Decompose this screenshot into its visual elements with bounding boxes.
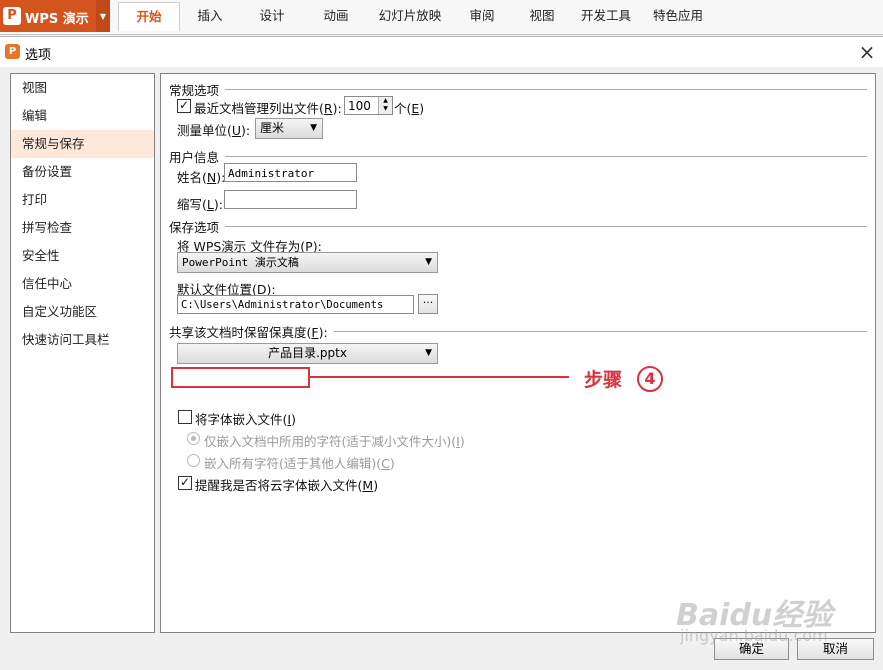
step-highlight-box: [171, 367, 310, 388]
dialog-titlebar: P 选项 ×: [0, 37, 883, 67]
recent-files-checkbox[interactable]: ✓: [177, 98, 191, 113]
ribbon-tab[interactable]: 开始: [118, 2, 180, 31]
dialog-title: 选项: [25, 48, 52, 63]
ribbon-tab[interactable]: 幻灯片放映: [374, 2, 446, 30]
wps-logo-icon: P: [3, 7, 21, 25]
options-category-list: 视图 编辑 常规与保存 备份设置 打印 拼写检查 安全性 信任中心 自定义功能区 快速访问工具栏: [10, 73, 155, 633]
step-pointer-line: [310, 376, 569, 378]
options-dialog: P 选项 × 视图 编辑 常规与保存 备份设置 打印 拼写检查 安全性 信任中心 自定义功能区快…: [0, 36, 883, 670]
recent-files-spinner[interactable]: ▲ ▼: [378, 97, 392, 114]
wps-app-menu-button[interactable]: P WPS 演示: [0, 0, 96, 32]
measure-unit-label: 测量单位(U):: [177, 123, 251, 138]
wps-presentation-icon: P: [5, 44, 20, 59]
ribbon-tab[interactable]: 动画: [310, 2, 362, 30]
baidu-watermark-url: jingyan.baidu.com: [680, 626, 828, 645]
section-fidelity: 共享该文档时保留保真度(F):: [169, 322, 867, 341]
nav-item[interactable]: 拼写检查: [11, 214, 154, 242]
step-label: 步骤: [584, 369, 623, 391]
embed-all-chars-label: 嵌入所有字符(适于其他人编辑)(C): [204, 456, 395, 471]
nav-item[interactable]: 备份设置: [11, 158, 154, 186]
remind-cloud-fonts-label: 提醒我是否将云字体嵌入文件(M): [195, 478, 379, 493]
ribbon-tab[interactable]: 设计: [246, 2, 298, 30]
embed-fonts-label: 将字体嵌入文件(I): [195, 412, 296, 427]
ribbon-tab[interactable]: 特色应用: [648, 2, 708, 30]
section-save: 保存选项: [169, 217, 867, 236]
check-icon: ✓: [179, 475, 191, 489]
measure-unit-select[interactable]: 厘米 ▼: [255, 118, 323, 139]
nav-item[interactable]: 信任中心: [11, 270, 154, 298]
recent-files-label: 最近文档管理列出文件(R):: [194, 101, 342, 116]
close-button[interactable]: ×: [857, 42, 877, 62]
ribbon: P WPS 演示 ▼ 开始 插入 设计 动画 幻灯片放映 审阅 视图 开发工具 特色应用: [0, 0, 883, 35]
embed-all-chars-radio[interactable]: [187, 454, 200, 467]
nav-item[interactable]: 安全性: [11, 242, 154, 270]
nav-item[interactable]: 视图: [11, 74, 154, 102]
embed-used-chars-label: 仅嵌入文档中所用的字符(适于减小文件大小)(I): [204, 434, 465, 449]
remind-cloud-fonts-checkbox[interactable]: ✓: [178, 475, 192, 490]
ribbon-tab[interactable]: 开发工具: [572, 2, 640, 30]
nav-item[interactable]: 常规与保存: [11, 130, 154, 158]
settings-panel: 常规选项 ✓ 最近文档管理列出文件(R): 100 ▲ ▼ 个(E) 测量单位(U…: [160, 73, 876, 633]
dropdown-icon: ▼: [310, 123, 317, 133]
section-general: 常规选项: [169, 80, 867, 99]
dropdown-icon: ▼: [425, 348, 432, 358]
initials-label: 缩写(L):: [177, 197, 223, 212]
section-save-title: 保存选项: [169, 220, 220, 235]
embed-used-chars-radio[interactable]: [187, 432, 200, 445]
save-format-select[interactable]: PowerPoint 演示文稿 ▼: [177, 252, 438, 273]
radio-dot-icon: [191, 436, 196, 441]
browse-button[interactable]: ···: [418, 294, 438, 314]
name-input[interactable]: Administrator: [224, 163, 357, 182]
embed-fonts-checkbox[interactable]: [178, 410, 192, 424]
ribbon-tab[interactable]: 插入: [182, 2, 238, 30]
step-number-badge: 4: [637, 366, 663, 392]
nav-item[interactable]: 快速访问工具栏: [11, 326, 154, 354]
dropdown-icon: ▼: [425, 257, 432, 267]
nav-item[interactable]: 自定义功能区: [11, 298, 154, 326]
name-label: 姓名(N):: [177, 170, 226, 185]
ribbon-tab[interactable]: 审阅: [456, 2, 508, 30]
app-name: WPS 演示: [25, 12, 89, 27]
nav-item[interactable]: 编辑: [11, 102, 154, 130]
nav-item[interactable]: 打印: [11, 186, 154, 214]
ribbon-tab[interactable]: 视图: [520, 2, 564, 30]
app-menu-dropdown-icon[interactable]: ▼: [96, 0, 110, 32]
default-location-input[interactable]: C:\Users\Administrator\Documents: [177, 295, 414, 314]
section-user-title: 用户信息: [169, 150, 220, 165]
fidelity-document-select[interactable]: 产品目录.pptx ▼: [177, 343, 438, 364]
check-icon: ✓: [178, 98, 190, 112]
section-general-title: 常规选项: [169, 83, 220, 98]
section-fidelity-title: 共享该文档时保留保真度(F):: [169, 325, 328, 340]
recent-files-unit-label: 个(E): [394, 101, 425, 116]
spin-down-icon[interactable]: ▼: [379, 105, 392, 113]
initials-input[interactable]: [224, 190, 357, 209]
spin-up-icon[interactable]: ▲: [379, 97, 392, 105]
